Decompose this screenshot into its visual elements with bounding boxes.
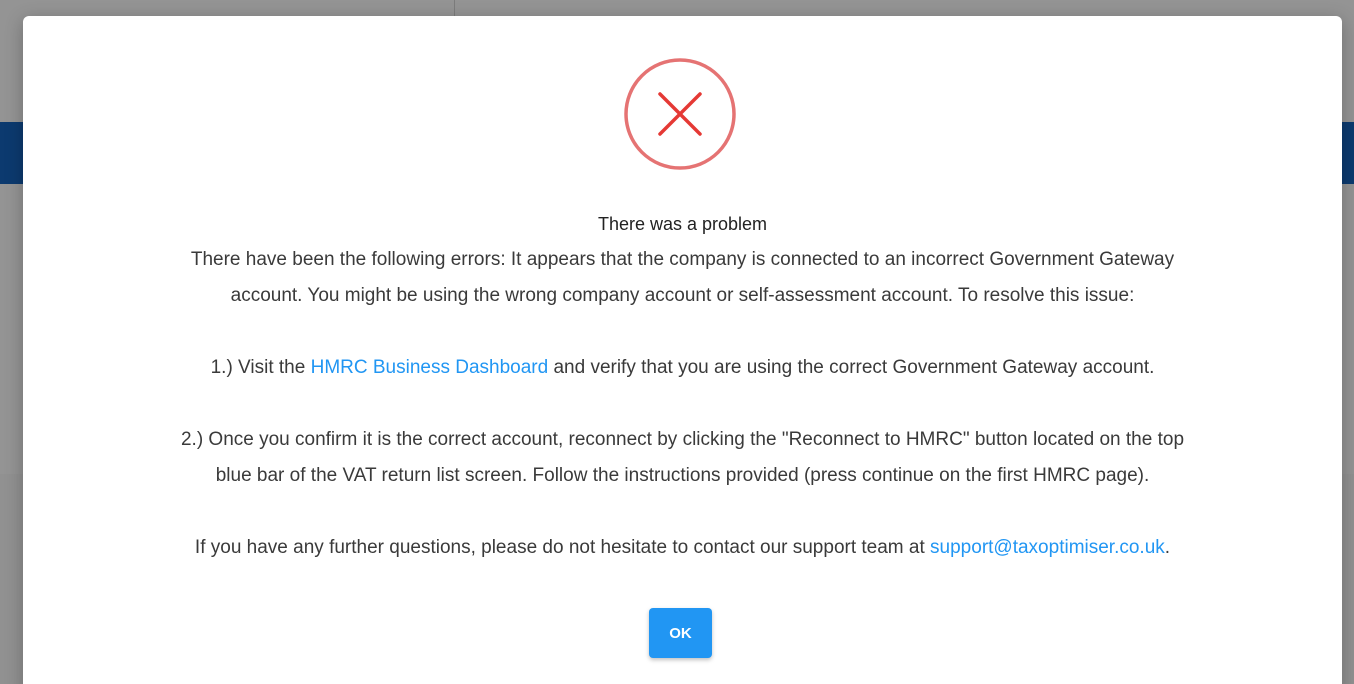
error-intro-line-2: account. You might be using the wrong co…	[230, 285, 1135, 306]
support-email-link[interactable]: support@taxoptimiser.co.uk	[930, 537, 1165, 558]
step-1: 1.) Visit the HMRC Business Dashboard an…	[23, 350, 1342, 386]
dialog-body: There was a problem There have been the …	[23, 206, 1342, 566]
contact-prefix: If you have any further questions, pleas…	[194, 537, 931, 558]
error-dialog: There was a problem There have been the …	[23, 16, 1342, 684]
error-intro-line-1: There have been the following errors: It…	[190, 249, 1175, 270]
error-circle-x-icon	[624, 58, 736, 170]
ok-button[interactable]: OK	[649, 608, 712, 658]
hmrc-dashboard-link[interactable]: HMRC Business Dashboard	[311, 357, 549, 378]
step-2-line-2: blue bar of the VAT return list screen. …	[215, 465, 1150, 486]
step-1-suffix: and verify that you are using the correc…	[548, 357, 1155, 378]
contact-text: If you have any further questions, pleas…	[23, 530, 1342, 566]
step-2-line-1: 2.) Once you confirm it is the correct a…	[180, 429, 1185, 450]
contact-suffix: .	[1164, 537, 1171, 558]
dialog-title: There was a problem	[597, 214, 768, 234]
step-1-prefix: 1.) Visit the	[210, 357, 311, 378]
